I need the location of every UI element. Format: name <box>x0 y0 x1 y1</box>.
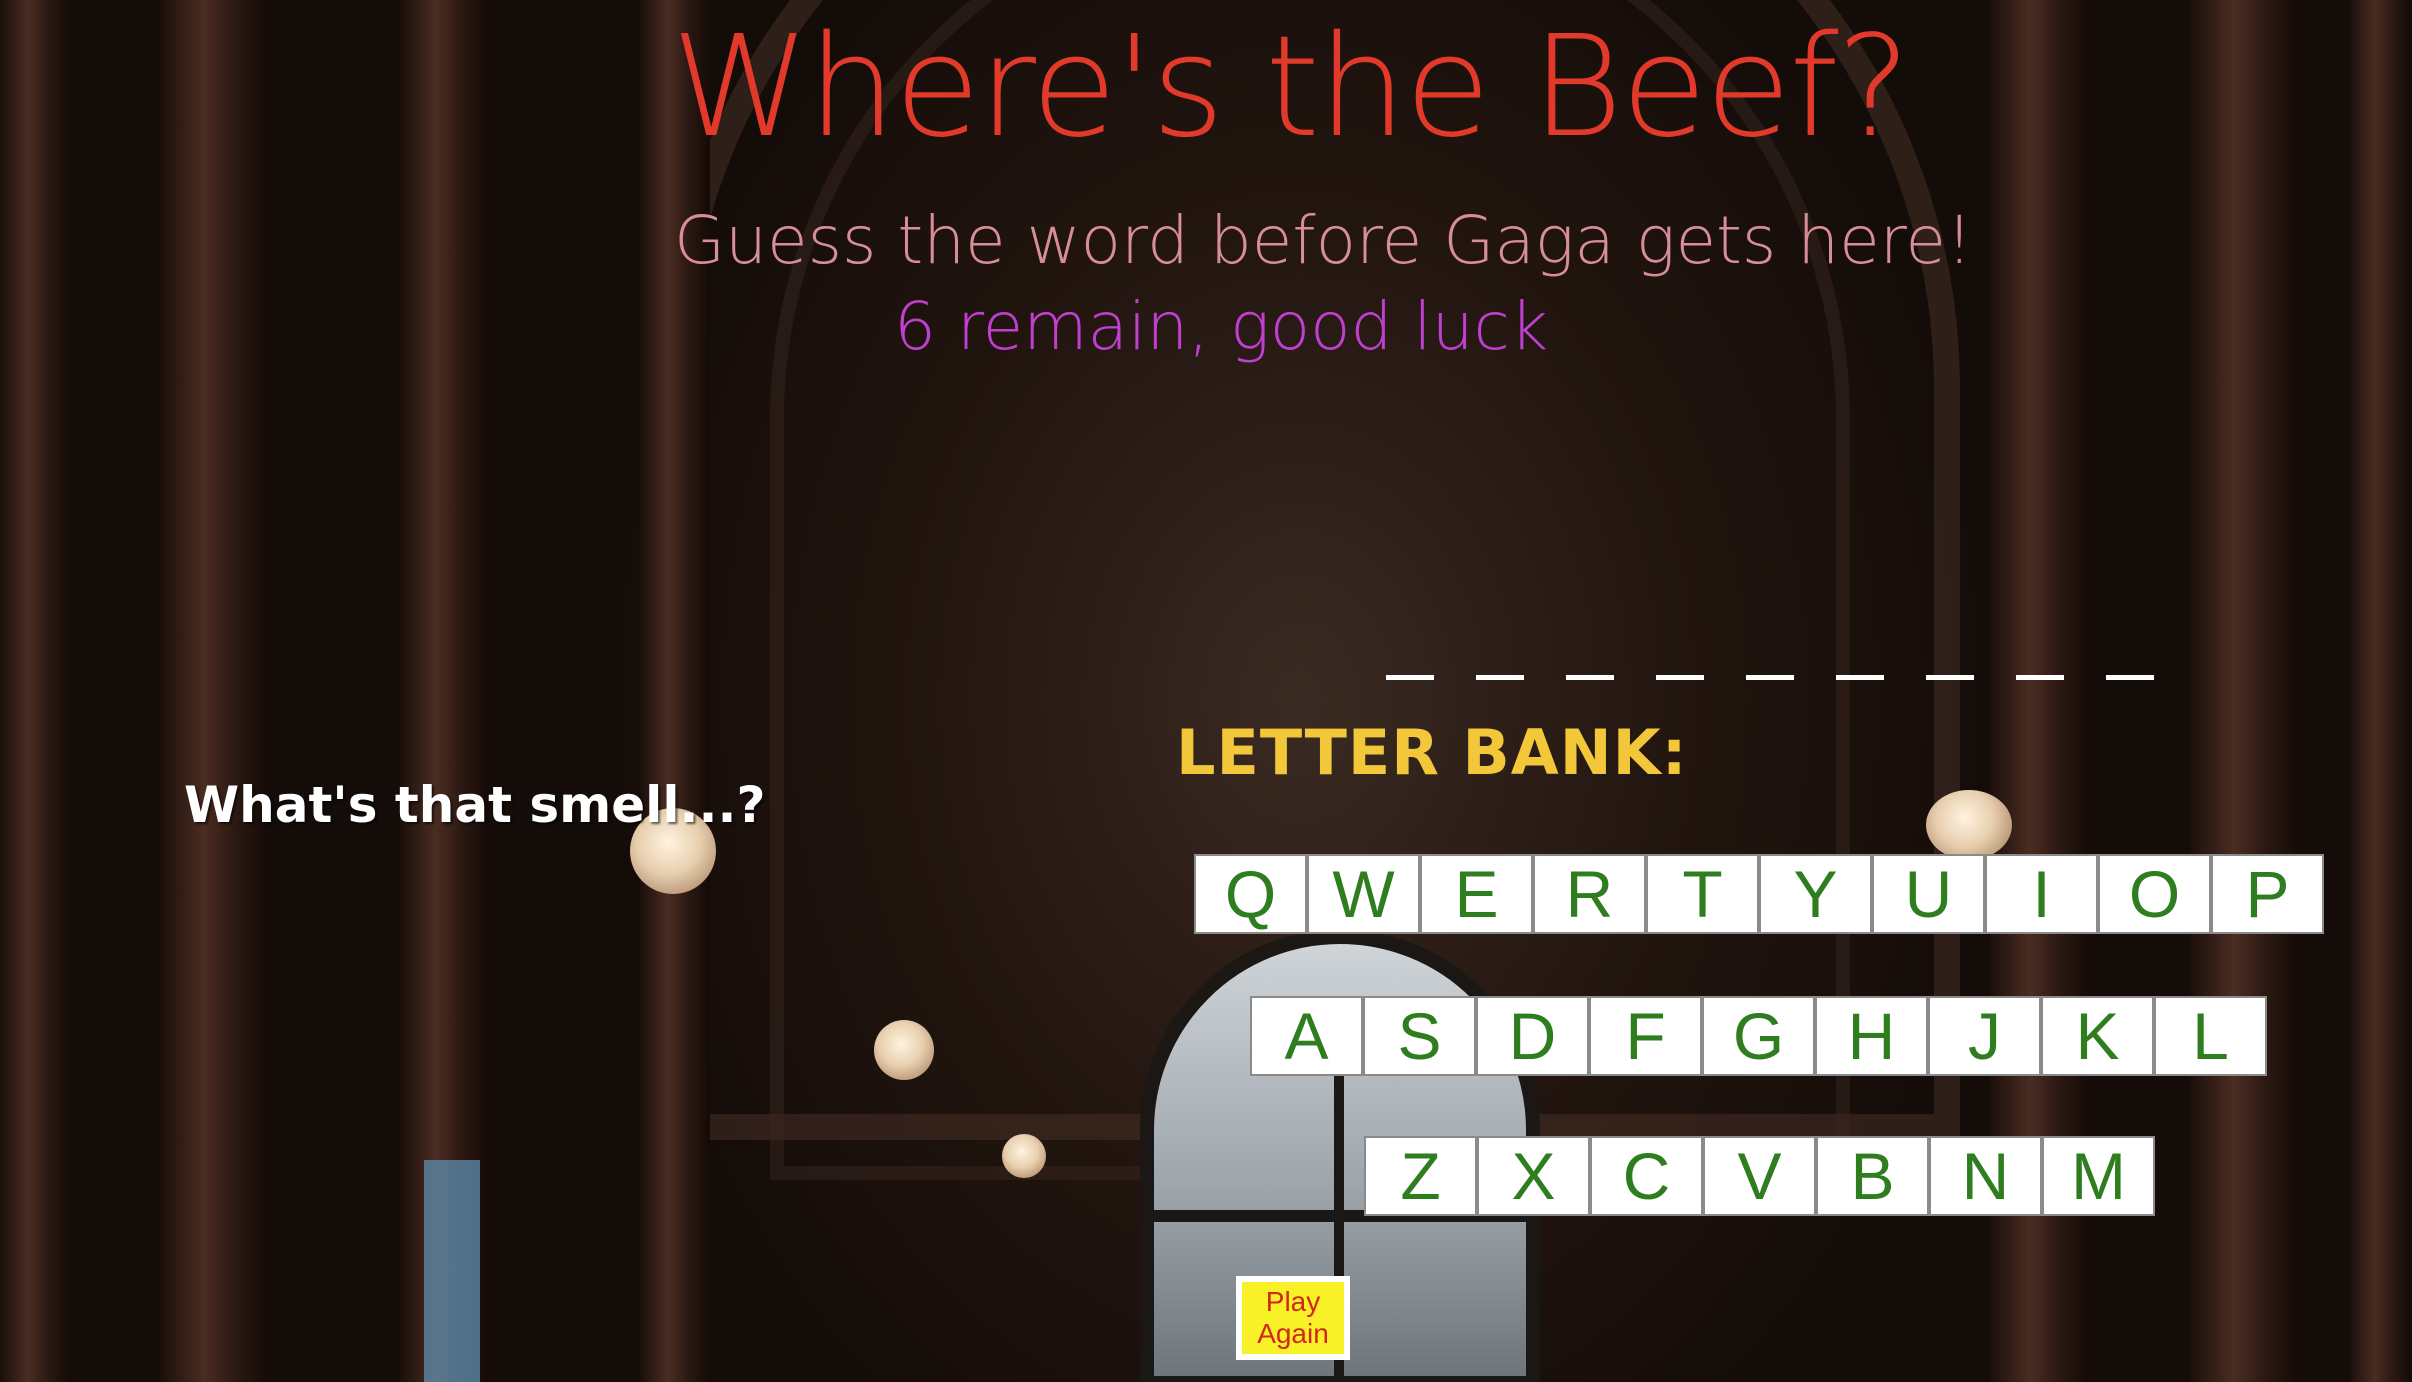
letter-blank <box>2016 628 2064 680</box>
letter-key-x[interactable]: X <box>1477 1136 1590 1216</box>
letter-key-c[interactable]: C <box>1590 1136 1703 1216</box>
letter-blank <box>1926 628 1974 680</box>
letter-key-o[interactable]: O <box>2098 854 2211 934</box>
letter-key-n[interactable]: N <box>1929 1136 2042 1216</box>
letter-key-e[interactable]: E <box>1420 854 1533 934</box>
letter-key-t[interactable]: T <box>1646 854 1759 934</box>
letter-key-z[interactable]: Z <box>1364 1136 1477 1216</box>
letter-key-k[interactable]: K <box>2041 996 2154 1076</box>
letter-key-g[interactable]: G <box>1702 996 1815 1076</box>
letter-key-r[interactable]: R <box>1533 854 1646 934</box>
letter-blank <box>1656 628 1704 680</box>
guesses-remaining: 6 remain, good luck <box>894 288 1549 365</box>
letter-key-u[interactable]: U <box>1872 854 1985 934</box>
letter-blank <box>1746 628 1794 680</box>
letter-blank <box>1476 628 1524 680</box>
game-subtitle: Guess the word before Gaga gets here! <box>674 202 1973 279</box>
lamp-icon <box>1002 1134 1046 1178</box>
letter-key-l[interactable]: L <box>2154 996 2267 1076</box>
letter-blank <box>2106 628 2154 680</box>
letter-bank-row-2: ASDFGHJKL <box>1250 996 2267 1076</box>
background-pillar <box>160 0 270 1382</box>
lamp-icon <box>1926 790 2012 860</box>
letter-key-v[interactable]: V <box>1703 1136 1816 1216</box>
letter-key-a[interactable]: A <box>1250 996 1363 1076</box>
letter-key-w[interactable]: W <box>1307 854 1420 934</box>
letter-key-q[interactable]: Q <box>1194 854 1307 934</box>
letter-blank <box>1566 628 1614 680</box>
letter-blank <box>1836 628 1884 680</box>
letter-key-f[interactable]: F <box>1589 996 1702 1076</box>
letter-blank <box>1386 628 1434 680</box>
lamp-icon <box>874 1020 934 1080</box>
letter-key-i[interactable]: I <box>1985 854 2098 934</box>
letter-key-s[interactable]: S <box>1363 996 1476 1076</box>
letter-bank-label: LETTER BANK: <box>1176 716 1688 789</box>
letter-key-y[interactable]: Y <box>1759 854 1872 934</box>
letter-key-m[interactable]: M <box>2042 1136 2155 1216</box>
background-pillar <box>0 0 70 1382</box>
background-pillar <box>2350 0 2412 1382</box>
letter-key-d[interactable]: D <box>1476 996 1589 1076</box>
letter-key-h[interactable]: H <box>1815 996 1928 1076</box>
letter-bank-row-1: QWERTYUIOP <box>1194 854 2324 934</box>
letter-key-j[interactable]: J <box>1928 996 2041 1076</box>
background-sign <box>424 1160 480 1382</box>
background-pillar <box>2190 0 2300 1382</box>
word-blanks <box>1386 628 2154 680</box>
letter-key-b[interactable]: B <box>1816 1136 1929 1216</box>
game-title: Where's the Beef? <box>671 6 1911 169</box>
letter-key-p[interactable]: P <box>2211 854 2324 934</box>
play-again-button[interactable]: Play Again <box>1236 1276 1350 1360</box>
hint-text: What's that smell...? <box>184 776 766 834</box>
letter-bank-row-3: ZXCVBNM <box>1364 1136 2155 1216</box>
